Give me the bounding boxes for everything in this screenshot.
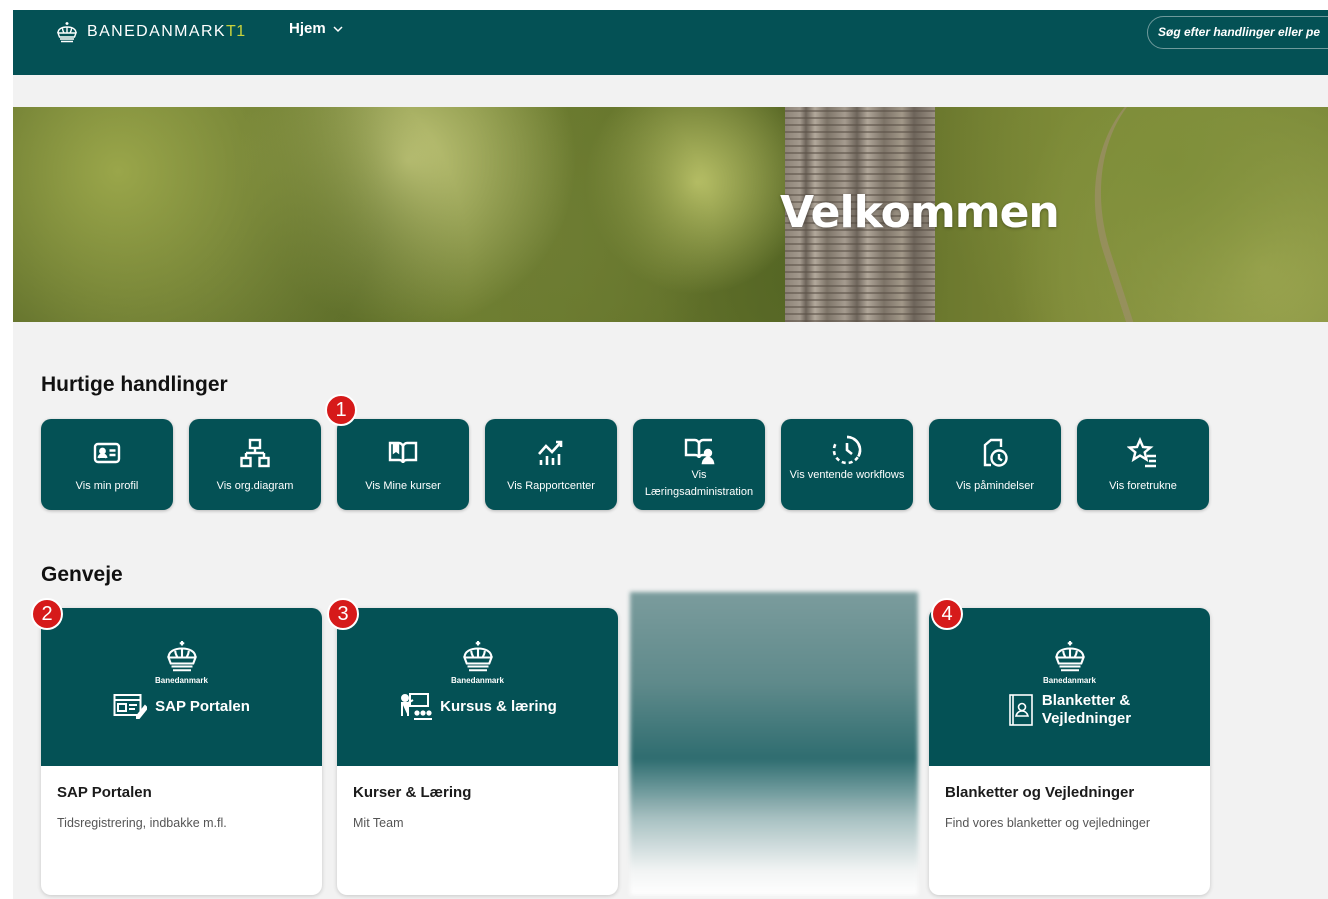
quick-actions-title: Hurtige handlinger (41, 373, 228, 396)
card-title: Blanketter og Vejledninger (945, 784, 1135, 801)
nav-home-menu[interactable]: Hjem (289, 20, 344, 37)
card-brand-label: Kursus & læring (440, 697, 557, 715)
card-banner: Banedanmark Kursus & læring (337, 608, 618, 766)
nav-home-label: Hjem (289, 20, 326, 37)
hero-banner: Velkommen (13, 107, 1328, 322)
quick-action-label: Vis Rapportcenter (507, 480, 595, 492)
quick-action-label: Vis org.diagram (216, 480, 294, 492)
card-brand-label: Blanketter & Vejledninger (1041, 692, 1132, 727)
portal-window-icon (113, 694, 148, 719)
crown-icon (462, 641, 493, 672)
blurred-shortcut-card[interactable] (630, 592, 918, 895)
quick-action-label: Vis Læringsadministration (644, 469, 754, 498)
card-brand: Kursus & læring (337, 692, 618, 720)
app-frame: BANEDANMARKT1 Hjem Søg efter handlinger … (13, 10, 1328, 899)
org-chart-icon (238, 436, 272, 470)
crown-icon (56, 22, 78, 43)
card-title: SAP Portalen (57, 784, 152, 801)
teacher-board-icon (401, 693, 433, 720)
crown-icon (166, 641, 197, 672)
logo-caption: Banedanmark (1043, 676, 1096, 685)
quick-action-label: Vis min profil (75, 480, 139, 492)
card-brand: Blanketter & Vejledninger (929, 692, 1210, 728)
quick-action-reminders[interactable]: Vis påmindelser (929, 419, 1061, 510)
step-badge-2: 2 (31, 598, 63, 630)
card-subtitle: Tidsregistrering, indbakke m.fl. (57, 816, 227, 830)
quick-action-label: Vis ventende workflows (789, 469, 905, 481)
quick-action-my-courses[interactable]: Vis Mine kurser (337, 419, 469, 510)
quick-action-favorites[interactable]: Vis foretrukne (1077, 419, 1209, 510)
step-badge-3: 3 (327, 598, 359, 630)
reminder-clock-icon (978, 436, 1012, 470)
step-badge-1: 1 (325, 394, 357, 426)
hero-title: Velkommen (780, 187, 1060, 238)
card-brand-label: SAP Portalen (155, 697, 250, 715)
path-image (1057, 107, 1328, 322)
card-banner: Banedanmark Blanketter & Vejledninger (929, 608, 1210, 766)
shortcut-card-courses[interactable]: Banedanmark Kursus & læring Kurser & Lær… (337, 608, 618, 895)
quick-action-learning-admin[interactable]: Vis Læringsadministration (633, 419, 765, 510)
card-brand: SAP Portalen (41, 692, 322, 720)
quick-action-pending-workflows[interactable]: Vis ventende workflows (781, 419, 913, 510)
book-person-icon (682, 433, 716, 467)
document-person-icon (1009, 694, 1033, 726)
quick-action-profile[interactable]: Vis min profil (41, 419, 173, 510)
brand-name: BANEDANMARKT1 (87, 23, 246, 40)
quick-action-label: Vis påmindelser (955, 480, 1035, 492)
search-input[interactable]: Søg efter handlinger eller pe (1147, 16, 1328, 49)
chart-growth-icon (534, 436, 568, 470)
card-subtitle: Find vores blanketter og vejledninger (945, 816, 1150, 830)
shell-header: BANEDANMARKT1 Hjem Søg efter handlinger … (13, 10, 1328, 75)
quick-actions-row: Vis min profil Vis org.diagram Vis Mine … (41, 419, 1209, 510)
pending-clock-icon (830, 433, 864, 467)
logo-caption: Banedanmark (155, 676, 208, 685)
id-card-icon (90, 436, 124, 470)
quick-action-report-center[interactable]: Vis Rapportcenter (485, 419, 617, 510)
card-subtitle: Mit Team (353, 816, 404, 830)
crown-icon (1054, 641, 1085, 672)
banedanmark-logo[interactable]: BANEDANMARKT1 (55, 18, 246, 46)
quick-action-label: Vis foretrukne (1109, 480, 1177, 492)
open-book-icon (386, 436, 420, 470)
shortcuts-title: Genveje (41, 563, 123, 586)
star-list-icon (1126, 436, 1160, 470)
step-badge-4: 4 (931, 598, 963, 630)
card-banner: Banedanmark SAP Portalen (41, 608, 322, 766)
card-title: Kurser & Læring (353, 784, 472, 801)
chevron-down-icon (333, 25, 343, 32)
shortcut-card-forms[interactable]: Banedanmark Blanketter & Vejledninger Bla… (929, 608, 1210, 895)
logo-caption: Banedanmark (451, 676, 504, 685)
shortcut-card-sap-portal[interactable]: Banedanmark SAP Portalen SAP Portalen Ti… (41, 608, 322, 895)
quick-action-label: Vis Mine kurser (365, 480, 441, 492)
quick-action-org-chart[interactable]: Vis org.diagram (189, 419, 321, 510)
